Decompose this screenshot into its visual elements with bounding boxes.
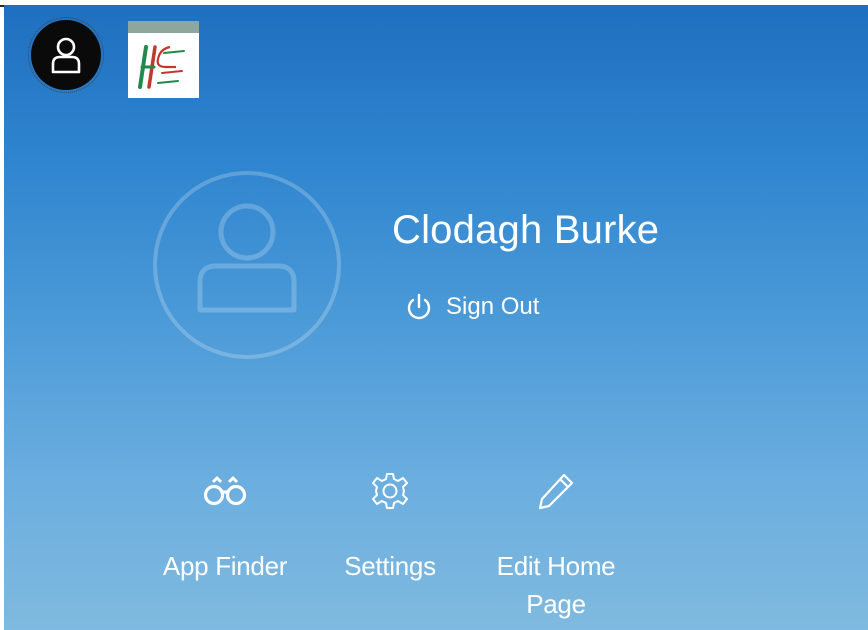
hse-logo-mark — [138, 45, 185, 89]
hse-logo — [128, 21, 199, 98]
sign-out-button[interactable]: Sign Out — [404, 292, 539, 322]
edit-home-page-label: Edit Home Page — [496, 551, 616, 619]
app-finder-button[interactable]: App Finder — [150, 471, 300, 585]
settings-label: Settings — [344, 551, 436, 581]
user-menu-panel: Clodagh Burke Sign Out App Finder Settin… — [4, 5, 868, 630]
sign-out-label: Sign Out — [446, 293, 540, 320]
power-icon — [407, 293, 431, 320]
logo-top-bar — [128, 21, 199, 33]
pencil-icon — [538, 473, 574, 510]
user-avatar-button[interactable] — [28, 17, 104, 93]
gear-icon — [372, 473, 408, 509]
profile-avatar-icon — [153, 171, 341, 359]
settings-button[interactable]: Settings — [320, 471, 460, 585]
binoculars-icon — [203, 476, 247, 506]
person-icon — [51, 37, 81, 74]
app-finder-label: App Finder — [162, 551, 288, 581]
edit-home-page-button[interactable]: Edit Home Page — [476, 471, 636, 623]
page: Clodagh Burke Sign Out App Finder Settin… — [0, 0, 868, 630]
user-name: Clodagh Burke — [392, 208, 660, 252]
